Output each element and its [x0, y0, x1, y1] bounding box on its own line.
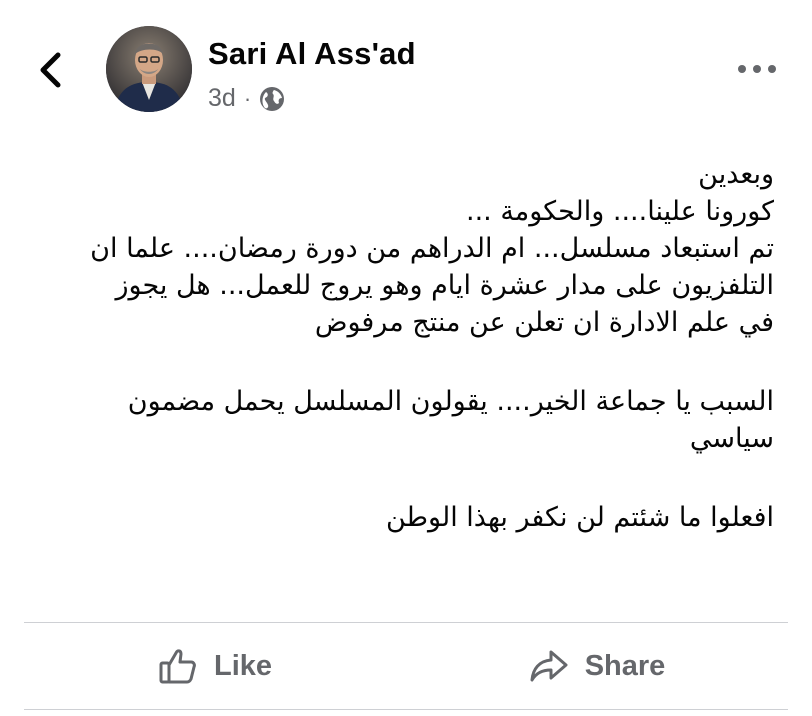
post-line: في علم الادارة ان تعلن عن منتج مرفوض	[314, 307, 774, 338]
meta-separator: ·	[243, 85, 252, 111]
like-button[interactable]: Like	[24, 623, 406, 709]
share-label: Share	[584, 649, 666, 682]
post-line: سياسي	[689, 423, 774, 454]
chevron-left-icon	[40, 52, 61, 88]
back-button[interactable]	[30, 46, 70, 94]
post-line: التلفزيون على مدار عشرة ايام وهو يروج لل…	[115, 270, 774, 301]
post-timestamp[interactable]: 3d	[208, 84, 236, 113]
post-header: Sari Al Ass'ad 3d ·	[0, 0, 812, 130]
share-button[interactable]: Share	[406, 623, 788, 709]
like-label: Like	[213, 649, 273, 682]
more-options-button[interactable]	[732, 52, 782, 86]
thumbs-up-icon	[158, 646, 198, 686]
post-actions-bar: Like Share	[24, 623, 788, 709]
globe-icon[interactable]	[259, 86, 285, 112]
post-line: كورونا علينا.... والحكومة ...	[465, 196, 774, 227]
post-line: وبعدين	[698, 159, 774, 190]
post-line: تم استبعاد مسلسل... ام الدراهم من دورة ر…	[90, 233, 774, 264]
author-name[interactable]: Sari Al Ass'ad	[208, 36, 416, 72]
avatar[interactable]	[106, 26, 192, 112]
profile-photo	[106, 26, 192, 112]
more-horizontal-icon	[738, 65, 776, 73]
share-arrow-icon	[529, 646, 569, 686]
actions-divider-bottom	[24, 709, 788, 710]
post-text: وبعدين كورونا علينا.... والحكومة ... تم …	[40, 156, 774, 536]
post-meta: 3d ·	[208, 84, 285, 113]
post-line: افعلوا ما شئتم لن نكفر بهذا الوطن	[385, 502, 774, 533]
post-line: السبب يا جماعة الخير.... يقولون المسلسل …	[127, 386, 774, 417]
